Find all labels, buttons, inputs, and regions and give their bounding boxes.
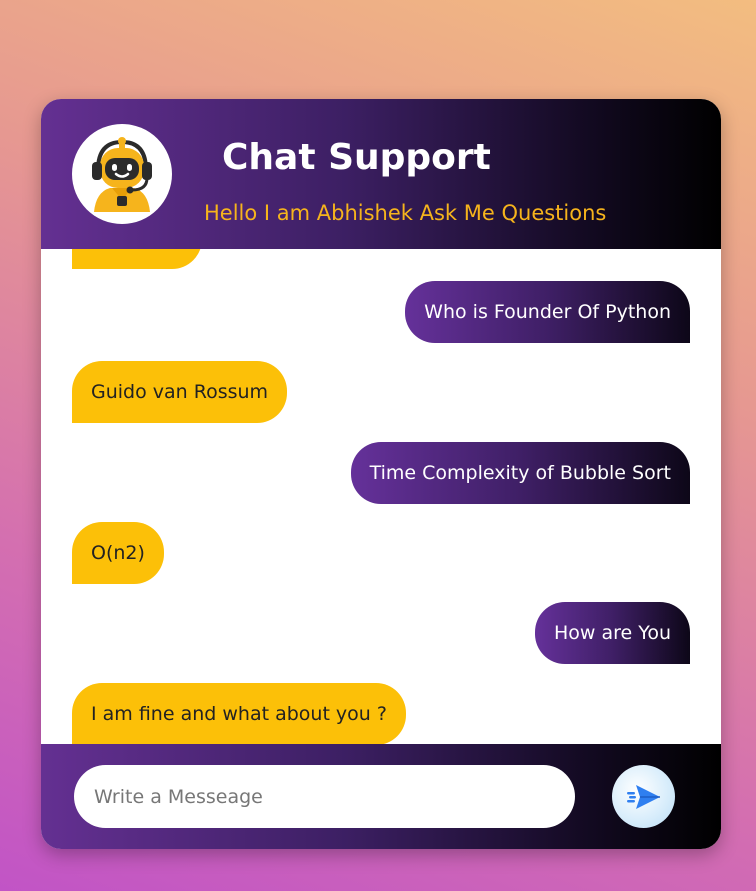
message-text: How are You xyxy=(553,622,671,644)
bot-message-bubble xyxy=(72,249,202,269)
user-message-bubble: Time Complexity of Bubble Sort xyxy=(350,442,690,504)
robot-support-agent-icon xyxy=(92,137,152,212)
paper-plane-icon xyxy=(626,784,660,809)
send-button[interactable] xyxy=(612,765,675,828)
bot-message-bubble: I am fine and what about you ? xyxy=(72,683,406,744)
user-message-bubble: Who is Founder Of Python xyxy=(405,281,690,343)
message-input-placeholder: Write a Messeage xyxy=(94,785,263,808)
message-list[interactable]: Who is Founder Of Python Guido van Rossu… xyxy=(41,249,721,744)
message-text: I am fine and what about you ? xyxy=(91,703,387,725)
page-title: Chat Support xyxy=(222,137,491,178)
chat-window: Chat Support Hello I am Abhishek Ask Me … xyxy=(41,99,721,849)
bot-message-bubble: Guido van Rossum xyxy=(72,361,288,423)
message-text: Time Complexity of Bubble Sort xyxy=(369,462,671,484)
message-input[interactable]: Write a Messeage xyxy=(74,765,575,828)
user-message-bubble: How are You xyxy=(534,602,690,664)
avatar xyxy=(72,124,172,224)
chat-header: Chat Support Hello I am Abhishek Ask Me … xyxy=(41,99,721,249)
message-text: O(n2) xyxy=(91,542,145,564)
bot-message-bubble: O(n2) xyxy=(72,522,164,584)
message-text: Who is Founder Of Python xyxy=(424,301,671,323)
message-text: Guido van Rossum xyxy=(91,381,269,403)
header-subtitle: Hello I am Abhishek Ask Me Questions xyxy=(204,201,607,225)
composer-bar: Write a Messeage xyxy=(41,744,721,849)
